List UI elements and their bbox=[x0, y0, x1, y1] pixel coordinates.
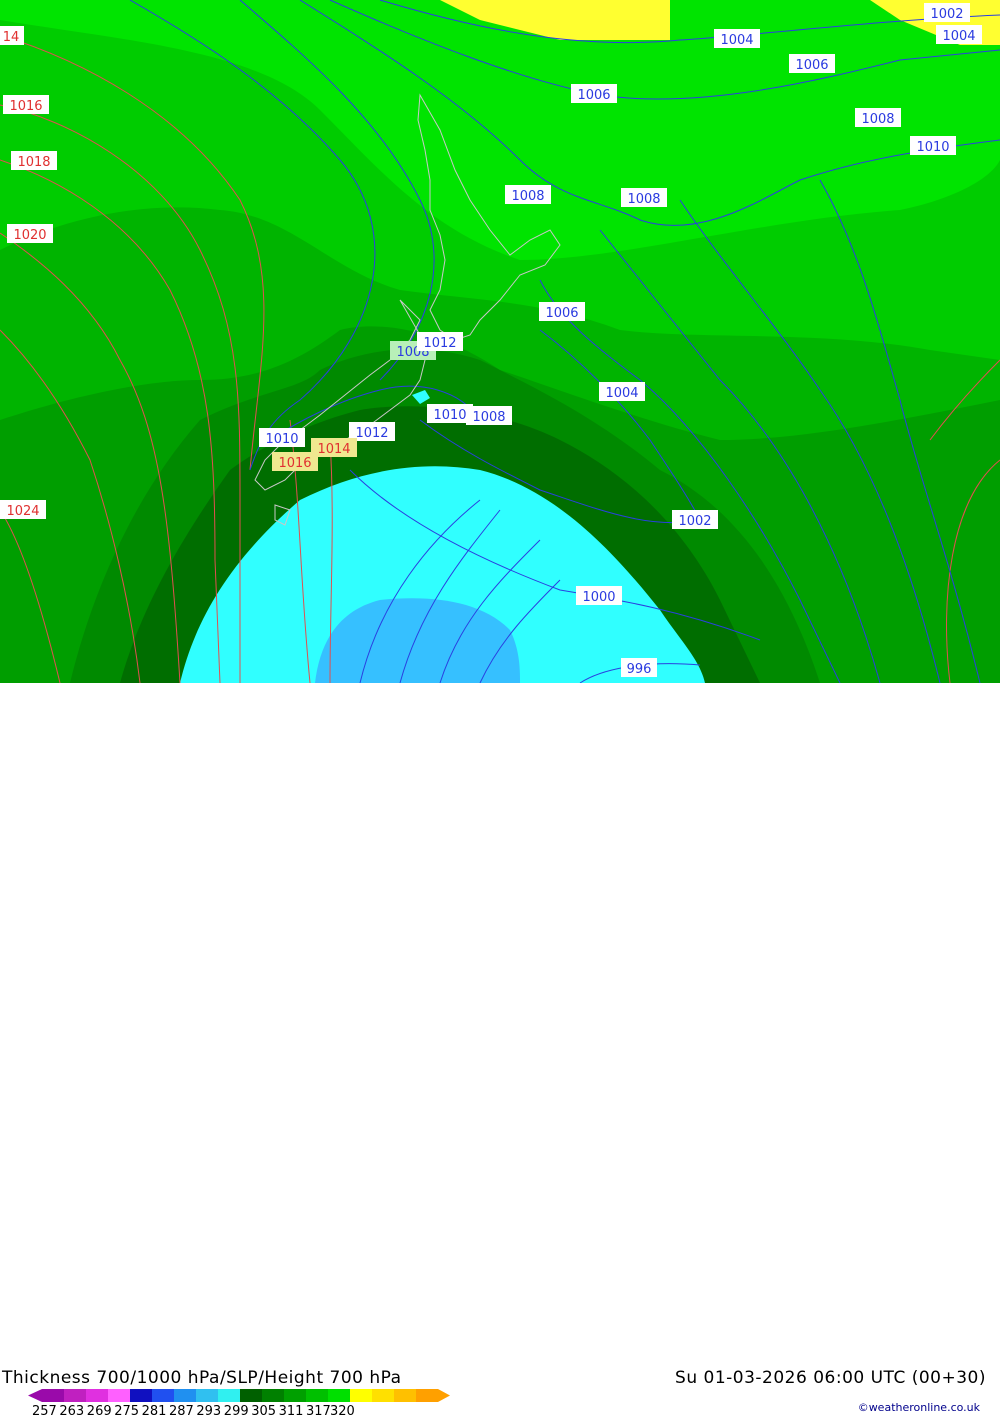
svg-text:996: 996 bbox=[627, 662, 652, 677]
scale-swatch bbox=[86, 1389, 108, 1402]
weather-map: 1002 1004 1004 1006 1006 1008 1010 1008 … bbox=[0, 0, 1000, 683]
scale-swatch bbox=[218, 1389, 240, 1402]
scale-arrow-left bbox=[28, 1389, 42, 1402]
svg-text:1004: 1004 bbox=[720, 33, 753, 48]
isobar-label-blue: 1008 bbox=[505, 185, 551, 204]
isobar-label-blue: 1010 bbox=[259, 428, 305, 447]
scale-label: 275 bbox=[114, 1404, 139, 1416]
isobar-label-blue: 1004 bbox=[714, 29, 760, 48]
scale-label: 320 bbox=[330, 1404, 355, 1416]
svg-text:1006: 1006 bbox=[577, 88, 610, 103]
isobar-label-red: 1020 bbox=[7, 224, 53, 243]
svg-text:1004: 1004 bbox=[942, 29, 975, 44]
scale-label: 317 bbox=[306, 1404, 331, 1416]
svg-text:1010: 1010 bbox=[433, 408, 466, 423]
svg-text:1008: 1008 bbox=[511, 189, 544, 204]
scale-swatch bbox=[130, 1389, 152, 1402]
svg-text:1016: 1016 bbox=[9, 99, 42, 114]
svg-text:1010: 1010 bbox=[916, 140, 949, 155]
scale-swatch bbox=[372, 1389, 394, 1402]
svg-text:1000: 1000 bbox=[582, 590, 615, 605]
scale-swatch bbox=[306, 1389, 328, 1402]
scale-swatch bbox=[416, 1389, 438, 1402]
svg-text:1002: 1002 bbox=[678, 514, 711, 529]
svg-text:1020: 1020 bbox=[13, 228, 46, 243]
svg-text:1008: 1008 bbox=[861, 112, 894, 127]
isobar-label-red: 1024 bbox=[0, 500, 46, 519]
svg-text:1014: 1014 bbox=[317, 442, 350, 457]
scale-label: 287 bbox=[169, 1404, 194, 1416]
svg-text:1008: 1008 bbox=[627, 192, 660, 207]
isobar-label-red: 1016 bbox=[272, 452, 318, 471]
map-title: Thickness 700/1000 hPa/SLP/Height 700 hP… bbox=[2, 1368, 402, 1388]
footer: Thickness 700/1000 hPa/SLP/Height 700 hP… bbox=[0, 683, 1000, 1416]
isobar-label-blue: 1004 bbox=[936, 25, 982, 44]
isobar-label-blue: 1012 bbox=[417, 332, 463, 351]
isobar-label-blue: 1002 bbox=[672, 510, 718, 529]
scale-label: 257 bbox=[32, 1404, 57, 1416]
svg-text:14: 14 bbox=[3, 30, 20, 45]
map-datetime: Su 01-03-2026 06:00 UTC (00+30) bbox=[675, 1368, 986, 1388]
isobar-label-blue: 1006 bbox=[539, 302, 585, 321]
svg-text:1012: 1012 bbox=[355, 426, 388, 441]
scale-swatch bbox=[196, 1389, 218, 1402]
isobar-label-blue: 1006 bbox=[789, 54, 835, 73]
scale-swatch bbox=[394, 1389, 416, 1402]
svg-text:1018: 1018 bbox=[17, 155, 50, 170]
svg-text:1024: 1024 bbox=[6, 504, 39, 519]
scale-swatch bbox=[64, 1389, 86, 1402]
scale-label: 299 bbox=[224, 1404, 249, 1416]
isobar-label-red: 1016 bbox=[3, 95, 49, 114]
isobar-label-blue: 1004 bbox=[599, 382, 645, 401]
scale-label: 281 bbox=[142, 1404, 167, 1416]
scale-swatch bbox=[240, 1389, 262, 1402]
scale-swatch bbox=[42, 1389, 64, 1402]
scale-label: 263 bbox=[59, 1404, 84, 1416]
scale-label: 269 bbox=[87, 1404, 112, 1416]
svg-text:1006: 1006 bbox=[795, 58, 828, 73]
svg-text:1002: 1002 bbox=[930, 7, 963, 22]
scale-swatch bbox=[284, 1389, 306, 1402]
svg-text:1006: 1006 bbox=[545, 306, 578, 321]
scale-swatch bbox=[350, 1389, 372, 1402]
scale-swatch bbox=[328, 1389, 350, 1402]
svg-text:1008: 1008 bbox=[472, 410, 505, 425]
isobar-label-blue: 1002 bbox=[924, 3, 970, 22]
svg-text:1012: 1012 bbox=[423, 336, 456, 351]
svg-text:1016: 1016 bbox=[278, 456, 311, 471]
isobar-label-blue: 1010 bbox=[910, 136, 956, 155]
isobar-label-blue: 1006 bbox=[571, 84, 617, 103]
scale-arrow-right bbox=[438, 1389, 450, 1402]
svg-text:1004: 1004 bbox=[605, 386, 638, 401]
isobar-label-blue: 1000 bbox=[576, 586, 622, 605]
svg-text:1010: 1010 bbox=[265, 432, 298, 447]
credit-text: ©weatheronline.co.uk bbox=[857, 1401, 980, 1414]
isobar-label-red: 14 bbox=[0, 26, 24, 45]
scale-label: 311 bbox=[279, 1404, 304, 1416]
scale-swatch bbox=[108, 1389, 130, 1402]
scale-label: 293 bbox=[196, 1404, 221, 1416]
color-scale: 257 263 269 275 281 287 293 299 305 311 317 320 bbox=[28, 1389, 450, 1416]
scale-label: 305 bbox=[251, 1404, 276, 1416]
scale-swatch bbox=[174, 1389, 196, 1402]
isobar-label-blue: 1008 bbox=[855, 108, 901, 127]
scale-swatch bbox=[262, 1389, 284, 1402]
isobar-label-blue: 996 bbox=[621, 658, 657, 677]
isobar-label-red: 1018 bbox=[11, 151, 57, 170]
scale-swatch bbox=[152, 1389, 174, 1402]
isobar-label-blue: 1008 bbox=[466, 406, 512, 425]
isobar-label-blue: 1008 bbox=[621, 188, 667, 207]
